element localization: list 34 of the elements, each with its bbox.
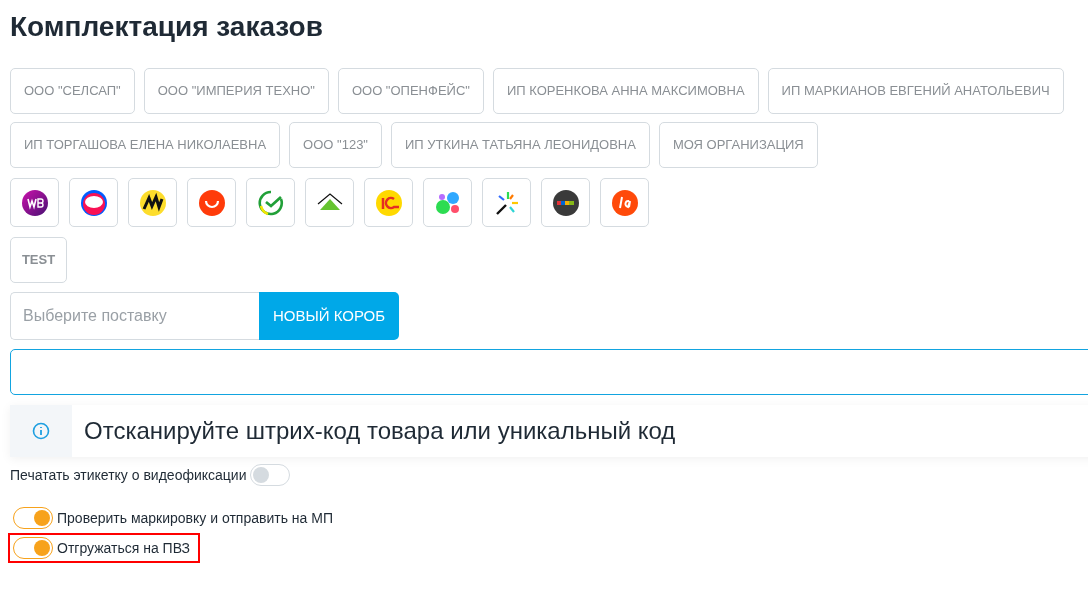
organization-button[interactable]: ИП МАРКИАНОВ ЕВГЕНИЙ АНАТОЛЬЕВИЧ bbox=[767, 68, 1064, 114]
organization-button[interactable]: ИП УТКИНА ТАТЬЯНА ЛЕОНИДОВНА bbox=[391, 122, 650, 168]
new-box-button[interactable]: НОВЫЙ КОРОБ bbox=[259, 292, 399, 340]
organization-button[interactable]: ИП КОРЕНКОВА АННА МАКСИМОВНА bbox=[492, 68, 759, 114]
organization-button[interactable]: ООО "123" bbox=[289, 122, 382, 168]
organization-button[interactable]: ООО "ИМПЕРИЯ ТЕХНО" bbox=[143, 68, 329, 114]
organization-button[interactable]: ИП ТОРГАШОВА ЕЛЕНА НИКОЛАЕВНА bbox=[10, 122, 281, 168]
info-icon bbox=[32, 422, 50, 440]
monogram-circle-logo-icon bbox=[21, 189, 48, 216]
marketplace-button[interactable] bbox=[128, 178, 177, 227]
stroke-circle-logo-icon bbox=[611, 189, 638, 216]
striped-circle-logo-icon bbox=[552, 189, 579, 216]
curve-circle-logo-icon bbox=[375, 189, 402, 216]
page-title: Комплектация заказов bbox=[10, 10, 324, 44]
toggle-label: Отгружаться на ПВЗ bbox=[57, 538, 190, 558]
marketplace-button[interactable] bbox=[541, 178, 590, 227]
toggle-switch[interactable] bbox=[13, 537, 53, 559]
marketplace-button[interactable] bbox=[10, 178, 59, 227]
test-button[interactable]: TEST bbox=[10, 237, 67, 283]
ring-logo-icon bbox=[80, 189, 107, 216]
toggle-label: Проверить маркировку и отправить на МП bbox=[57, 508, 333, 528]
organization-button[interactable]: ООО "ОПЕНФЕЙС" bbox=[337, 68, 484, 114]
scan-field[interactable] bbox=[10, 349, 1088, 395]
smile-logo-icon bbox=[198, 189, 225, 216]
organization-button[interactable]: ООО "СЕЛСАП" bbox=[10, 68, 135, 114]
supply-field[interactable]: Выберите поставку bbox=[10, 292, 259, 340]
toggle-label: Печатать этикетку о видеофиксации bbox=[10, 465, 247, 485]
blobs-logo-icon bbox=[434, 189, 461, 216]
organization-button[interactable]: МОЯ ОРГАНИЗАЦИЯ bbox=[658, 122, 818, 168]
check-circle-logo-icon bbox=[257, 189, 284, 216]
zigzag-logo-icon bbox=[139, 189, 166, 216]
toggle-switch[interactable] bbox=[13, 507, 53, 529]
toggle-switch[interactable] bbox=[250, 464, 291, 486]
scan-hint-text: Отсканируйте штрих-код товара или уникальный код bbox=[83, 416, 676, 446]
